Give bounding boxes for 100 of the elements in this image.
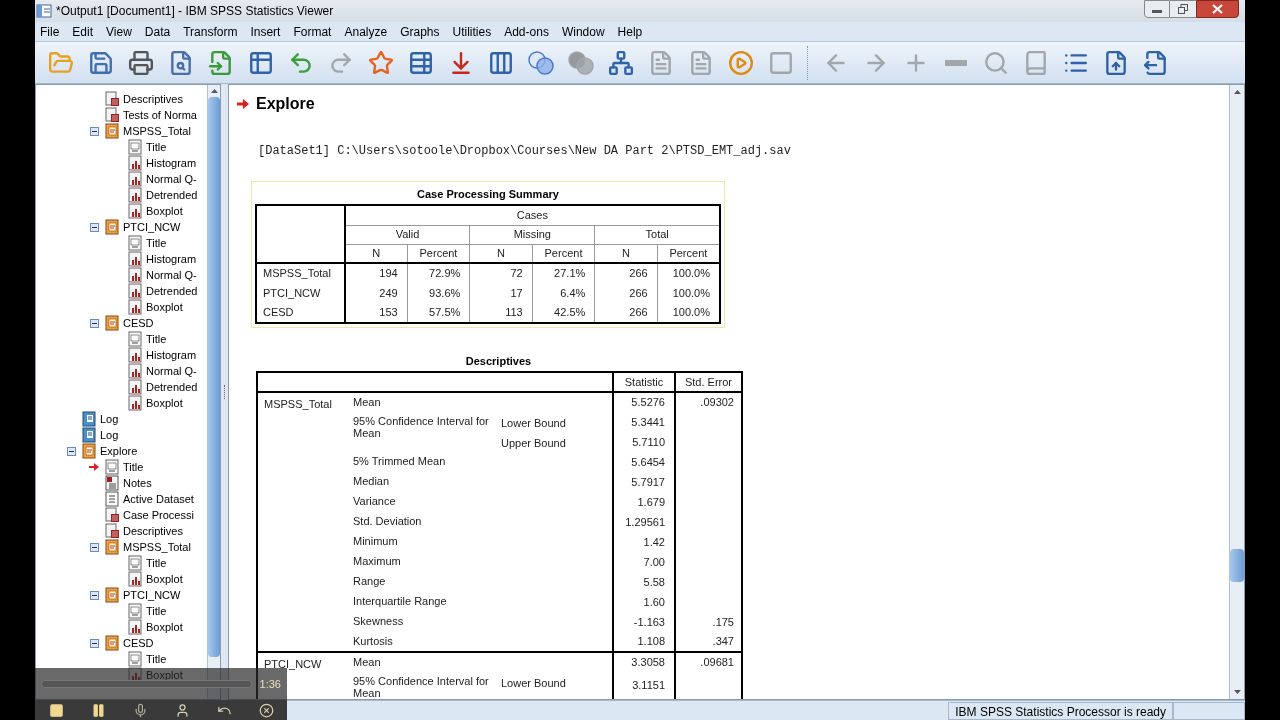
menu-item[interactable]: Data	[142, 22, 173, 41]
row-label: Interquartile Range	[351, 592, 613, 612]
bar-chart-icon	[127, 267, 143, 283]
stop-icon	[48, 702, 64, 718]
menu-item[interactable]: Analyze	[342, 22, 390, 41]
tree-item[interactable]: Title	[146, 235, 167, 251]
tree-item[interactable]: PTCI_NCW	[123, 587, 181, 603]
tree-item[interactable]: MSPSS_Total	[123, 539, 191, 555]
table-title: Case Processing Summary	[416, 187, 560, 202]
tree-item[interactable]: Boxplot	[146, 203, 183, 219]
row-sublabel: Lower Bound	[501, 672, 613, 699]
book-icon	[104, 315, 120, 331]
tree-item[interactable]: Detrended	[146, 379, 198, 395]
tree-item[interactable]: MSPSS_Total	[123, 123, 191, 139]
table-cell: 5.5276	[613, 392, 675, 412]
bar-chart-icon	[127, 203, 143, 219]
table-cell: 266	[594, 263, 658, 283]
menu-item[interactable]: View	[104, 22, 134, 41]
menu-item[interactable]: Insert	[248, 22, 283, 41]
tree-item[interactable]: Boxplot	[146, 299, 183, 315]
frame-icon	[768, 49, 794, 76]
table-cell: 42.5%	[532, 303, 595, 323]
menu-item[interactable]: Window	[559, 22, 607, 41]
scrollbar[interactable]	[1229, 85, 1244, 699]
tree-item[interactable]: Detrended	[146, 283, 198, 299]
collapse-toggle[interactable]	[89, 222, 99, 232]
collapse-toggle[interactable]	[66, 446, 76, 456]
tree-item[interactable]: Title	[123, 459, 144, 475]
tree-item[interactable]: Descriptives	[123, 91, 183, 107]
collapse-toggle[interactable]	[89, 318, 99, 328]
menu-item[interactable]: Transform	[181, 22, 240, 41]
title-page-icon	[127, 235, 143, 251]
tree-item[interactable]: CESD	[123, 635, 154, 651]
down-arrow-icon	[1233, 690, 1241, 694]
table-cell: 266	[594, 283, 658, 303]
scroll-thumb[interactable]	[1230, 549, 1244, 582]
tree-item[interactable]: Log	[100, 427, 119, 443]
tree-item[interactable]: CESD	[123, 315, 154, 331]
star-icon	[368, 49, 394, 76]
menu-item[interactable]: File	[38, 22, 62, 41]
tree-item[interactable]: Histogram	[146, 251, 197, 267]
collapse-toggle[interactable]	[89, 638, 99, 648]
table-cell: 153	[344, 303, 408, 323]
tree-item[interactable]: Case Processi	[123, 507, 194, 523]
menu-item[interactable]: Graphs	[398, 22, 442, 41]
tree-item[interactable]: Title	[146, 651, 167, 667]
printer-icon	[128, 49, 154, 76]
tree-item[interactable]: Normal Q-	[146, 363, 197, 379]
table-cell: 5.7917	[613, 472, 675, 492]
tree-item[interactable]: Title	[146, 139, 167, 155]
table-cell: 100.0%	[657, 263, 720, 283]
tree-item[interactable]: Log	[100, 411, 119, 427]
table-cell: 27.1%	[532, 263, 595, 283]
tree-item[interactable]: Title	[146, 331, 167, 347]
book-icon	[104, 219, 120, 235]
tree-item[interactable]: Detrended	[146, 187, 198, 203]
row-label: Mean	[351, 392, 613, 412]
minimize-button[interactable]	[1144, 0, 1170, 18]
tree-item[interactable]: Histogram	[146, 347, 197, 363]
tree-item[interactable]: Normal Q-	[146, 171, 197, 187]
tree-item[interactable]: Boxplot	[146, 395, 183, 411]
column-header: N	[469, 244, 533, 263]
table-cell: 1.108	[613, 632, 675, 652]
table-cell: 5.3441	[613, 412, 675, 432]
tree-item[interactable]: Title	[146, 555, 167, 571]
tree-item[interactable]: Tests of Norma	[123, 107, 197, 123]
collapse-toggle[interactable]	[89, 126, 99, 136]
tree-item[interactable]: Histogram	[146, 155, 197, 171]
menu-item[interactable]: Help	[615, 22, 645, 41]
restore-icon	[1178, 4, 1188, 14]
table-cell: 7.00	[613, 552, 675, 572]
title-page-icon	[127, 651, 143, 667]
menu-item[interactable]: Format	[291, 22, 334, 41]
row-label: 95% Confidence Interval for Mean	[351, 672, 501, 699]
table-cell: .09681	[675, 652, 742, 672]
tree-item[interactable]: Normal Q-	[146, 267, 197, 283]
collapse-toggle[interactable]	[89, 542, 99, 552]
tree-item[interactable]: Title	[146, 603, 167, 619]
tree-item[interactable]: PTCI_NCW	[123, 219, 181, 235]
menu-item[interactable]: Add-ons	[502, 22, 551, 41]
row-label: Skewness	[351, 612, 613, 632]
tree-item[interactable]: Boxplot	[146, 619, 183, 635]
page-up-icon	[1103, 49, 1129, 76]
seek-track[interactable]	[41, 680, 252, 688]
collapse-toggle[interactable]	[89, 590, 99, 600]
tree-item[interactable]: Notes	[123, 475, 152, 491]
tree-item[interactable]: Boxplot	[146, 571, 183, 587]
menu-item[interactable]: Utilities	[450, 22, 494, 41]
scroll-thumb[interactable]	[208, 97, 220, 657]
tree-item[interactable]: Descriptives	[123, 523, 183, 539]
close-button[interactable]	[1196, 0, 1239, 18]
row-label: 5% Trimmed Mean	[351, 452, 613, 472]
log-book-icon	[81, 427, 97, 443]
tree-item[interactable]: Explore	[100, 443, 138, 459]
restore-button[interactable]	[1170, 0, 1196, 18]
up-arrow-icon	[1233, 90, 1241, 94]
tree-item[interactable]: Active Dataset	[123, 491, 194, 507]
menu-item[interactable]: Edit	[70, 22, 96, 41]
page-icon	[648, 49, 674, 76]
title-page-icon	[127, 555, 143, 571]
